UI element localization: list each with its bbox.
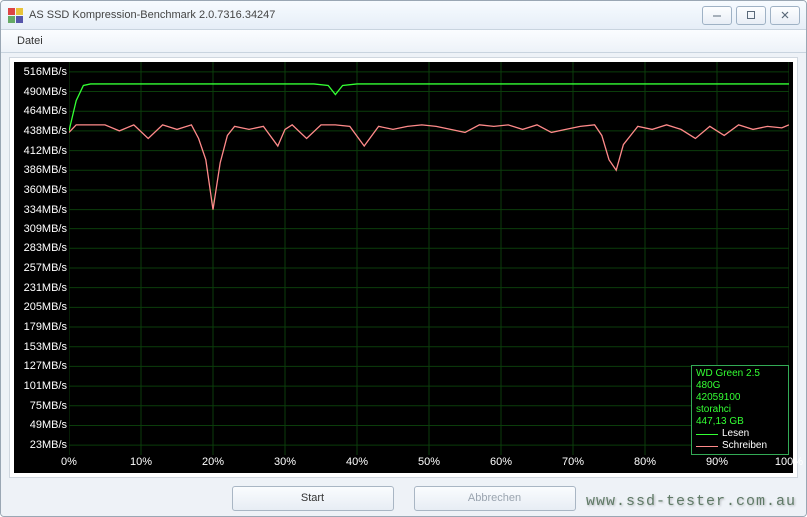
y-axis-labels: 23MB/s 49MB/s 75MB/s 101MB/s 127MB/s 153MB/s 1…: [14, 62, 69, 455]
x-tick-label: 100%: [775, 456, 803, 468]
y-tick-label: 490MB/s: [24, 86, 67, 98]
app-icon: [7, 7, 23, 23]
y-tick-label: 360MB/s: [24, 184, 67, 196]
legend-capacity: 447,13 GB: [696, 416, 784, 428]
y-tick-label: 179MB/s: [24, 321, 67, 333]
y-tick-label: 23MB/s: [30, 439, 67, 451]
menu-bar: Datei: [1, 30, 806, 53]
chart-area: 23MB/s 49MB/s 75MB/s 101MB/s 127MB/s 153MB/s 1…: [14, 62, 793, 473]
y-tick-label: 101MB/s: [24, 380, 67, 392]
watermark-text: www.ssd-tester.com.au: [586, 493, 796, 510]
window-controls: [702, 6, 800, 25]
y-tick-label: 334MB/s: [24, 204, 67, 216]
y-tick-label: 75MB/s: [30, 400, 67, 412]
y-tick-label: 49MB/s: [30, 419, 67, 431]
legend-serial: 42059100: [696, 392, 784, 404]
x-tick-label: 70%: [562, 456, 584, 468]
y-tick-label: 438MB/s: [24, 125, 67, 137]
plot-area: WD Green 2.5 480G 42059100 storahci 447,…: [69, 62, 789, 455]
footer-bar: Start Abbrechen www.ssd-tester.com.au: [1, 480, 806, 516]
x-tick-label: 20%: [202, 456, 224, 468]
x-tick-label: 80%: [634, 456, 656, 468]
x-tick-label: 40%: [346, 456, 368, 468]
legend-schreiben: Schreiben: [696, 440, 784, 452]
y-tick-label: 386MB/s: [24, 164, 67, 176]
legend-box: WD Green 2.5 480G 42059100 storahci 447,…: [691, 365, 789, 455]
legend-device: WD Green 2.5 480G: [696, 368, 784, 392]
y-tick-label: 127MB/s: [24, 360, 67, 372]
y-tick-label: 153MB/s: [24, 341, 67, 353]
title-bar: AS SSD Kompression-Benchmark 2.0.7316.34…: [1, 1, 806, 30]
minimize-button[interactable]: [702, 6, 732, 25]
x-tick-label: 0%: [61, 456, 77, 468]
app-window: AS SSD Kompression-Benchmark 2.0.7316.34…: [0, 0, 807, 517]
maximize-button[interactable]: [736, 6, 766, 25]
start-button[interactable]: Start: [232, 486, 394, 511]
y-tick-label: 309MB/s: [24, 223, 67, 235]
y-tick-label: 412MB/s: [24, 145, 67, 157]
x-axis-labels: 0%10%20%30%40%50%60%70%80%90%100%: [69, 455, 789, 473]
x-tick-label: 50%: [418, 456, 440, 468]
y-tick-label: 205MB/s: [24, 301, 67, 313]
y-tick-label: 516MB/s: [24, 66, 67, 78]
y-tick-label: 231MB/s: [24, 282, 67, 294]
menu-datei[interactable]: Datei: [11, 33, 49, 49]
legend-line-green: [696, 434, 718, 435]
x-tick-label: 10%: [130, 456, 152, 468]
chart-panel: 23MB/s 49MB/s 75MB/s 101MB/s 127MB/s 153MB/s 1…: [9, 57, 798, 478]
legend-line-red: [696, 446, 718, 447]
series-svg: [69, 62, 789, 455]
x-tick-label: 60%: [490, 456, 512, 468]
close-button[interactable]: [770, 6, 800, 25]
legend-lesen: Lesen: [696, 428, 784, 440]
y-tick-label: 257MB/s: [24, 262, 67, 274]
x-tick-label: 90%: [706, 456, 728, 468]
cancel-button: Abbrechen: [414, 486, 576, 511]
legend-driver: storahci: [696, 404, 784, 416]
y-tick-label: 283MB/s: [24, 242, 67, 254]
y-tick-label: 464MB/s: [24, 105, 67, 117]
window-title: AS SSD Kompression-Benchmark 2.0.7316.34…: [29, 9, 275, 21]
x-tick-label: 30%: [274, 456, 296, 468]
